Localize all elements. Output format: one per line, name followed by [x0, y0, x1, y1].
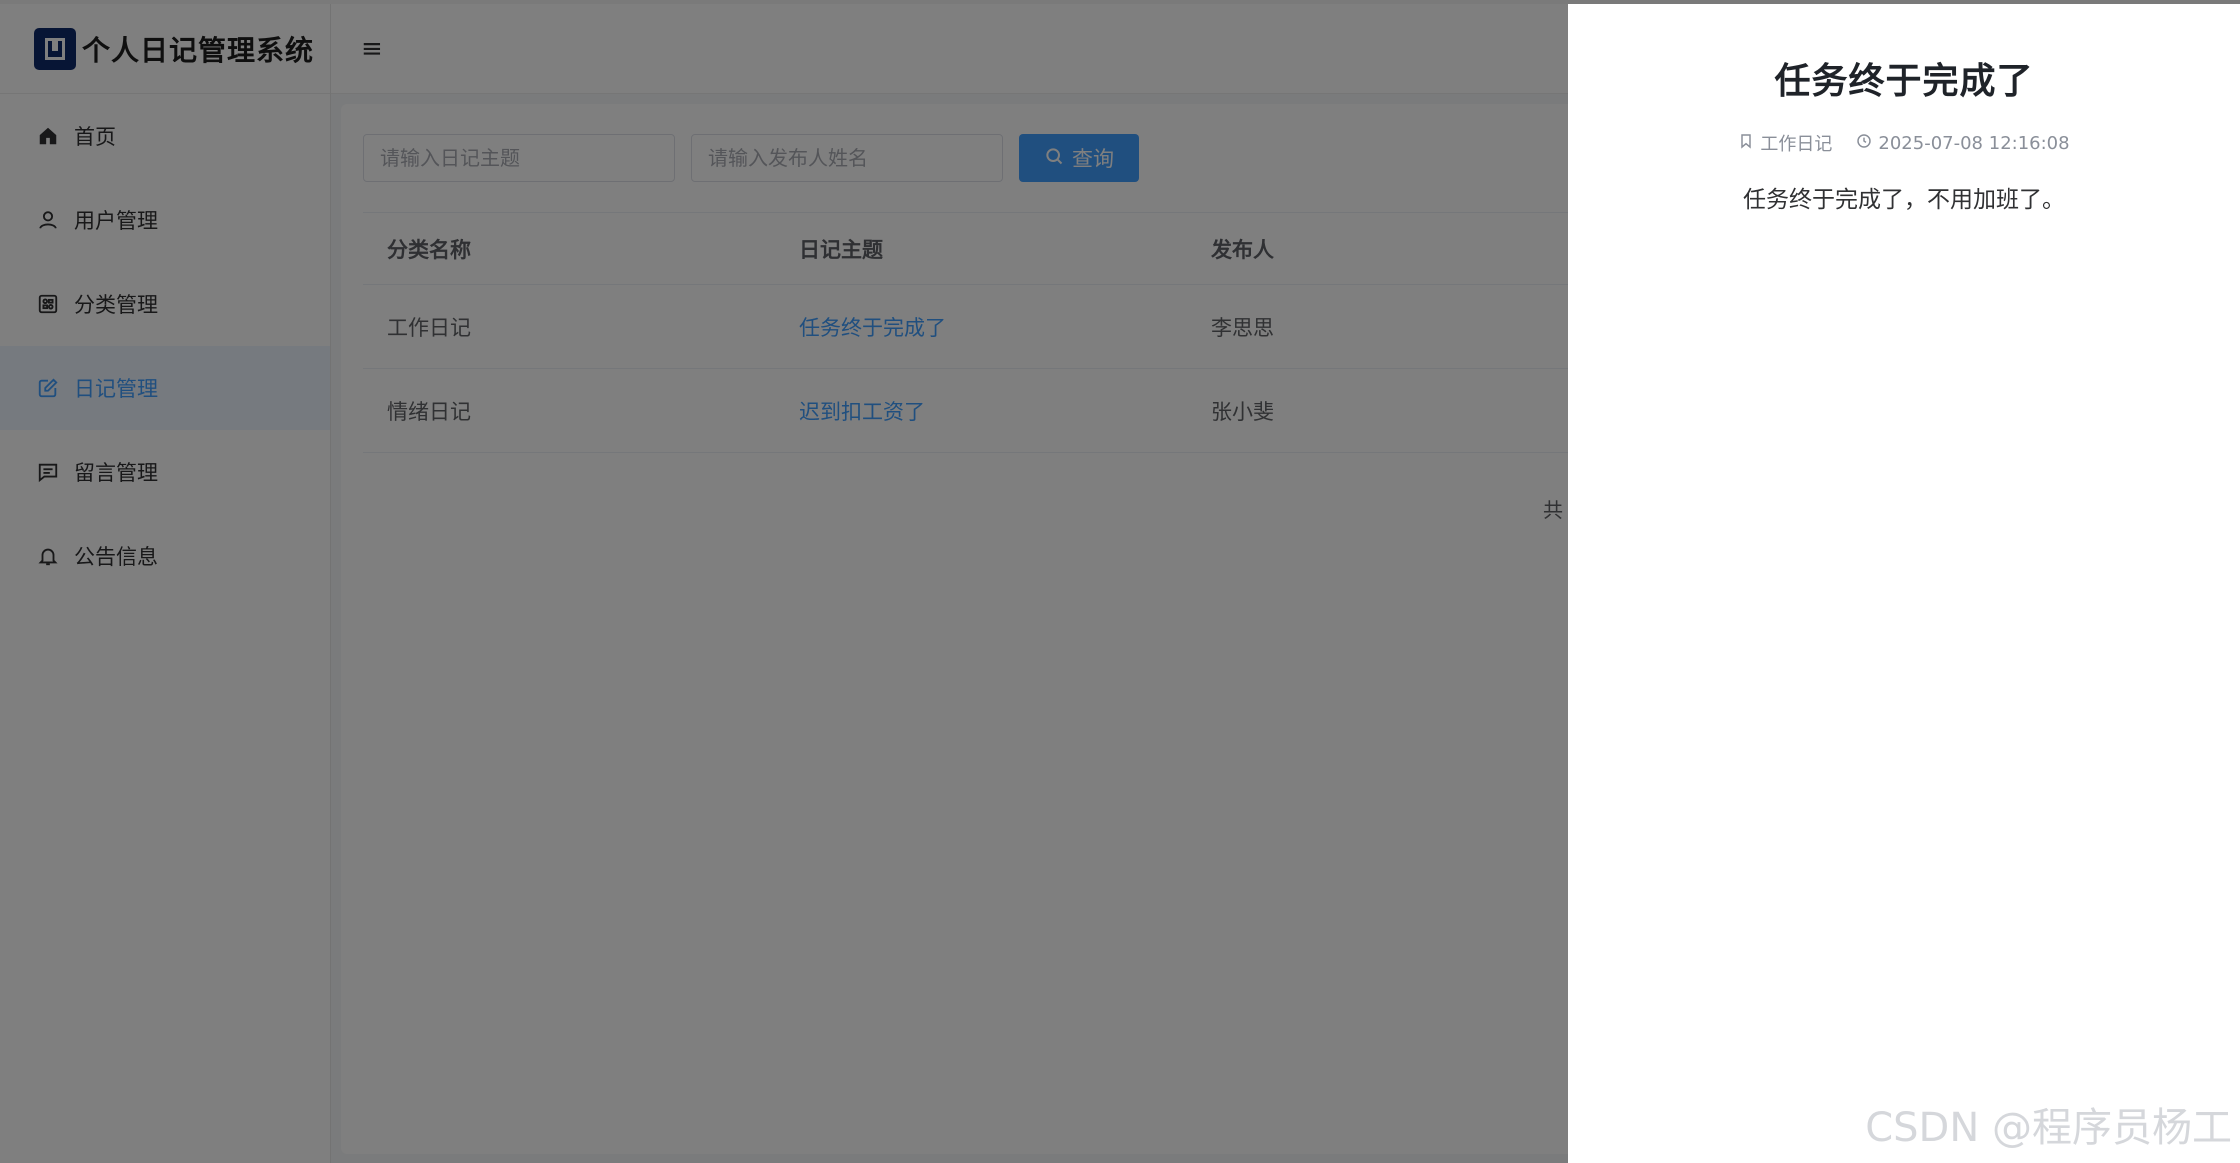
drawer-time-text: 2025-07-08 12:16:08	[1878, 132, 2070, 154]
app-root: 个人日记管理系统 首页 用户管理 分类管理	[0, 0, 2240, 1163]
drawer-title: 任务终于完成了	[1774, 61, 2034, 102]
bookmark-icon	[1738, 133, 1754, 154]
clock-icon	[1856, 133, 1872, 154]
drawer-category-text: 工作日记	[1760, 134, 1833, 155]
drawer-meta: 工作日记 2025-07-08 12:16:08	[1568, 130, 2240, 156]
diary-detail-drawer: 任务终于完成了 工作日记 2025-07-08 12:16:08 任务终于完成了…	[1568, 4, 2240, 1163]
drawer-category: 工作日记	[1738, 130, 1832, 156]
watermark: CSDN @程序员杨工	[1865, 1105, 2232, 1151]
drawer-time: 2025-07-08 12:16:08	[1856, 132, 2070, 154]
drawer-content: 任务终于完成了，不用加班了。	[1743, 187, 2065, 213]
